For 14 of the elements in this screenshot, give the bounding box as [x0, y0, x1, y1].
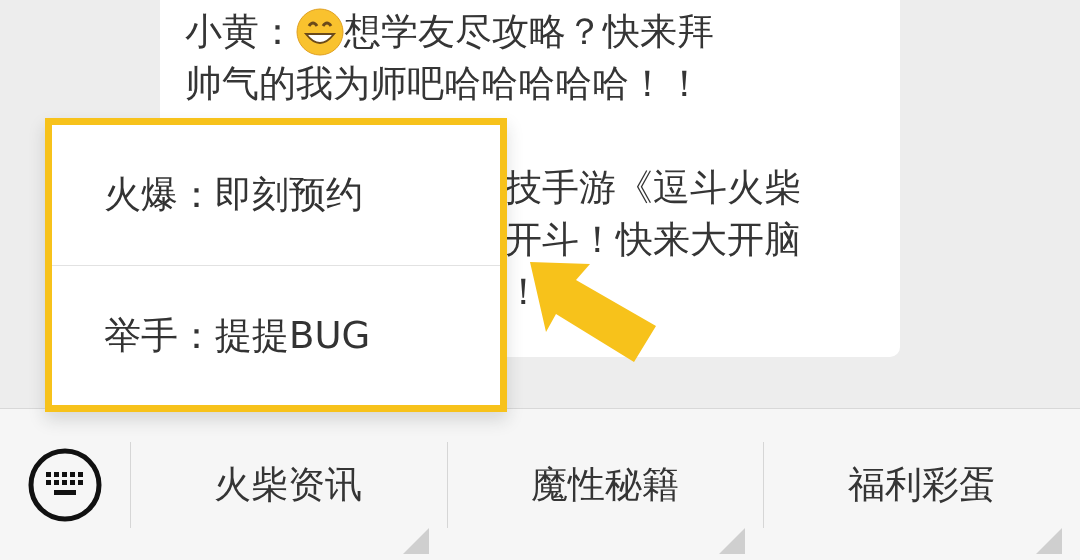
- message-text: 开斗！快来大开脑: [505, 218, 801, 261]
- grin-emoji-icon: [296, 8, 344, 56]
- keyboard-icon[interactable]: [28, 447, 102, 522]
- message-text: 帅气的我为师吧哈哈哈哈哈！！: [185, 62, 703, 105]
- message-text: 技手游《逗斗火柴: [505, 166, 801, 209]
- sender-name: 小黄：: [185, 9, 296, 55]
- corner-triangle-icon: [719, 527, 746, 554]
- pointer-arrow-icon: [530, 262, 656, 362]
- message-text: ！: [505, 270, 542, 313]
- corner-triangle-icon: [402, 527, 429, 554]
- corner-triangle-icon: [1036, 527, 1062, 554]
- menu-item[interactable]: 举手：提提BUG: [52, 264, 500, 405]
- message-text: 想学友尽攻略？快来拜: [344, 9, 714, 55]
- menu-item[interactable]: 火爆：即刻预约: [52, 125, 500, 265]
